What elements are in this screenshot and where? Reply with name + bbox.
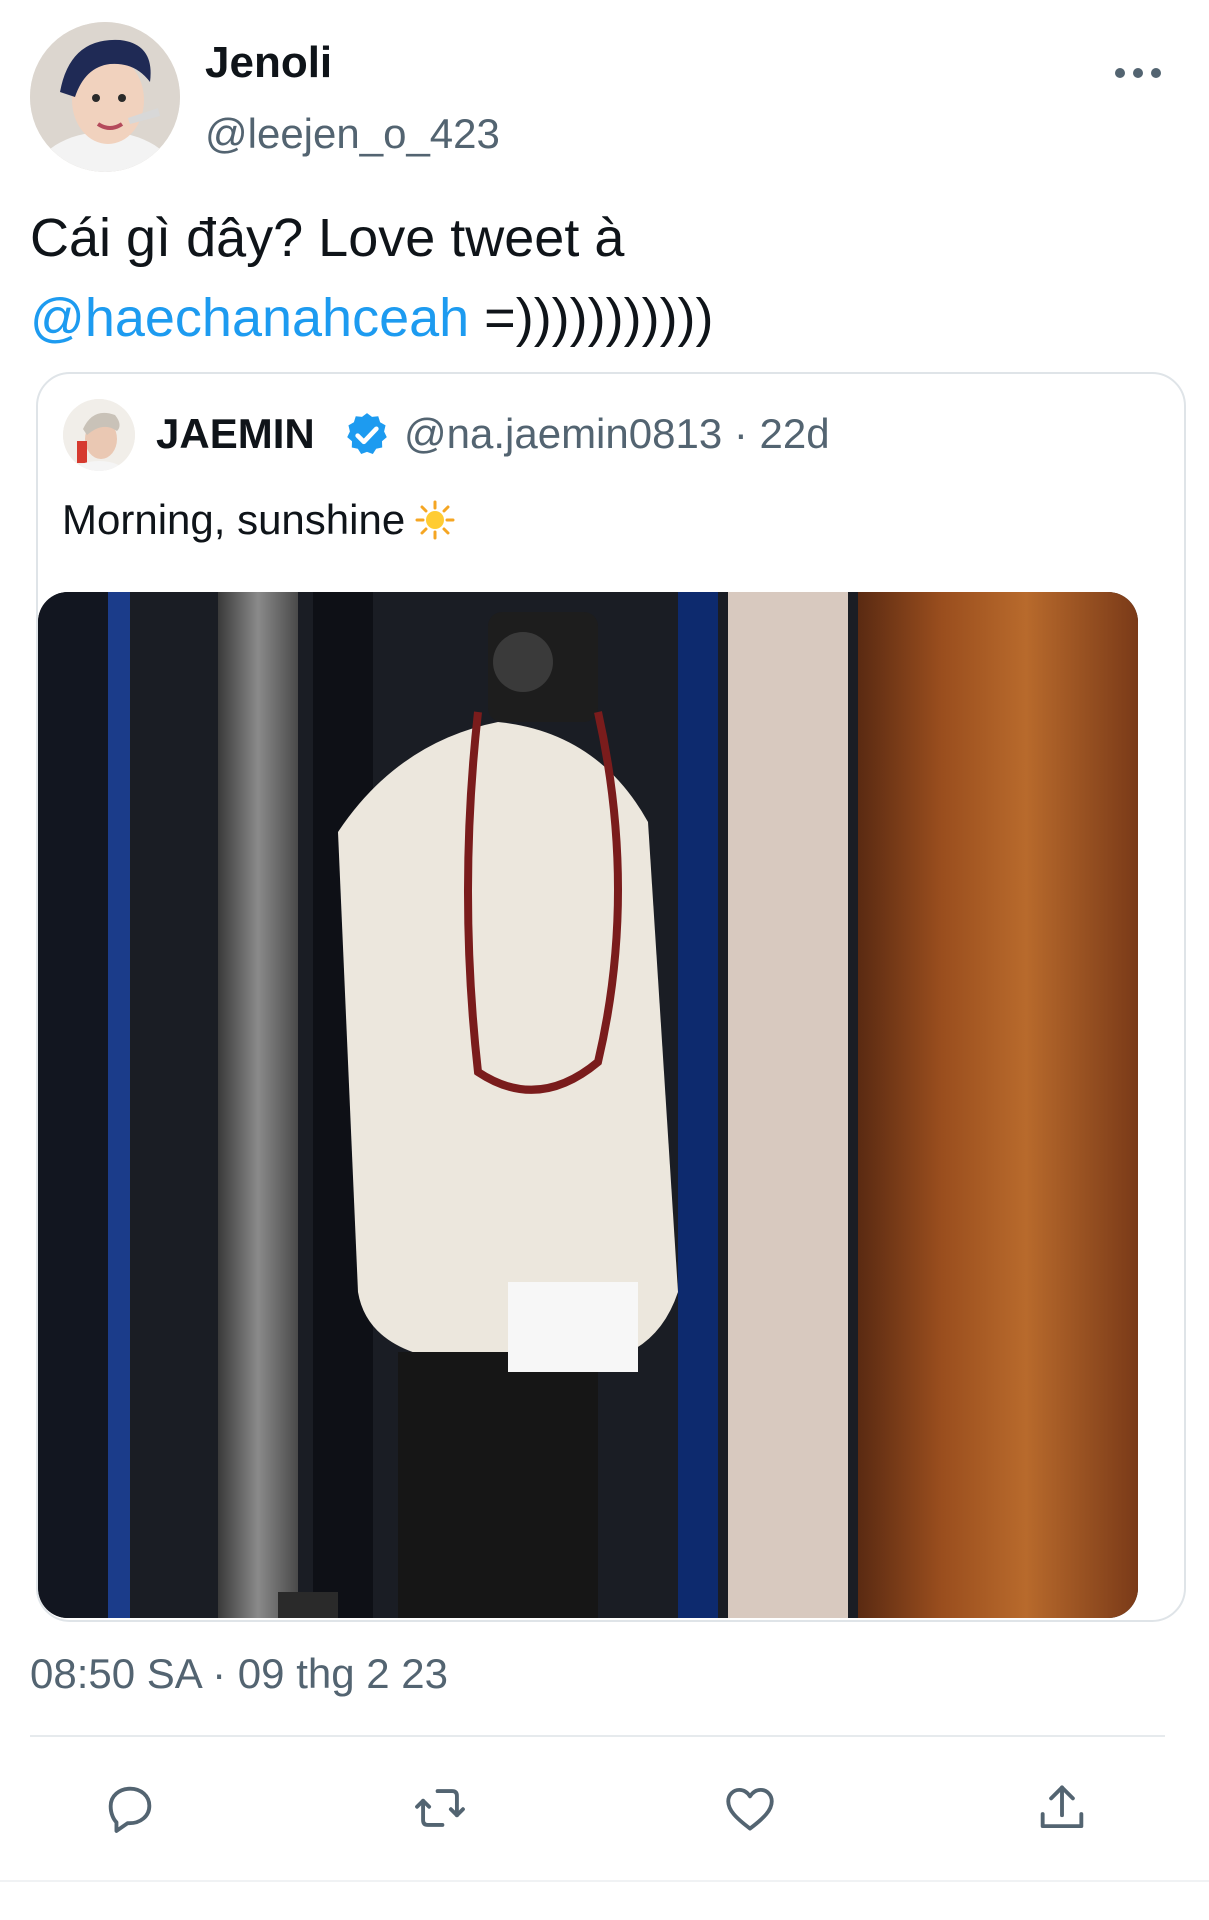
quoted-photo[interactable]: [38, 592, 1138, 1618]
like-icon: [721, 1779, 779, 1842]
reply-button[interactable]: [98, 1778, 162, 1842]
quoted-text: Morning, sunshine: [62, 496, 455, 550]
share-icon: [1033, 1779, 1091, 1842]
divider: [30, 1735, 1165, 1737]
quoted-handle-time[interactable]: @na.jaemin0813 · 22d: [404, 410, 830, 458]
tweet-text-line: Cái gì đây? Love tweet à: [30, 208, 625, 268]
retweet-icon: [411, 1779, 469, 1842]
author-handle[interactable]: @leejen_o_423: [205, 110, 500, 158]
more-options-icon[interactable]: [1112, 58, 1164, 88]
tweet-text-suffix: =))))))))))): [469, 288, 714, 348]
quoted-text-body: Morning, sunshine: [62, 496, 406, 543]
like-button[interactable]: [718, 1778, 782, 1842]
verified-badge-icon: [342, 410, 392, 460]
tweet-timestamp[interactable]: 08:50 SA · 09 thg 2 23: [30, 1650, 448, 1698]
retweet-button[interactable]: [408, 1778, 472, 1842]
author-display-name[interactable]: Jenoli: [205, 38, 332, 88]
bottom-divider: [0, 1880, 1209, 1882]
tweet-text: Cái gì đây? Love tweet à @haechanahceah …: [30, 198, 1170, 358]
sun-icon: [415, 500, 455, 550]
quoted-display-name[interactable]: JAEMIN: [156, 410, 315, 458]
mention-link[interactable]: @haechanahceah: [30, 288, 469, 348]
author-avatar[interactable]: [30, 22, 180, 172]
quoted-author-avatar[interactable]: [63, 399, 135, 471]
share-button[interactable]: [1030, 1778, 1094, 1842]
reply-icon: [101, 1779, 159, 1842]
quoted-tweet[interactable]: JAEMIN @na.jaemin0813 · 22d Morning, sun…: [36, 372, 1186, 1622]
